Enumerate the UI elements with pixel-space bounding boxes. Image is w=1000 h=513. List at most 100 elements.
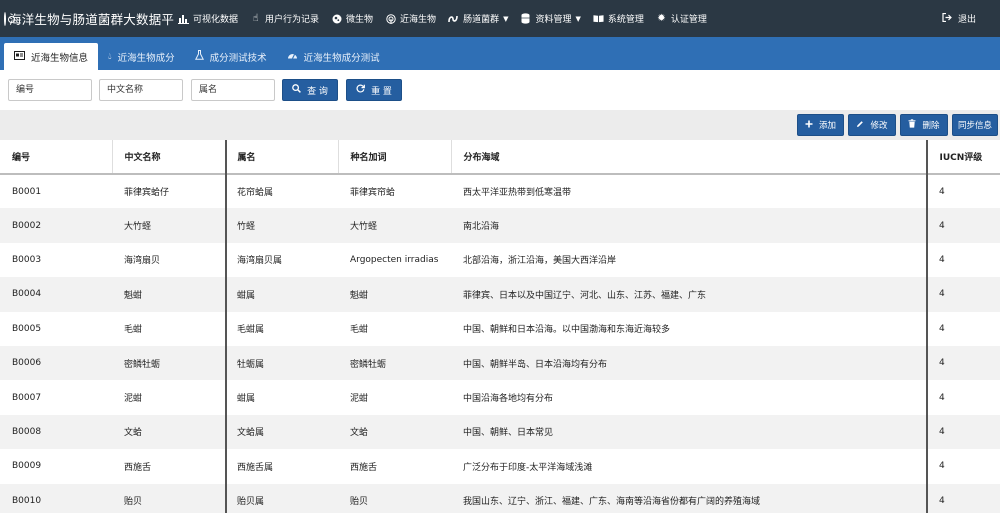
logout-label: 退出 xyxy=(957,15,976,25)
logout-button[interactable]: 退出 xyxy=(942,0,976,37)
nav-label: 认证管理 xyxy=(670,15,707,25)
table-row[interactable]: B0003 海湾扇贝 海湾扇贝属 Argopecten irradias 北部沿海，浙江… xyxy=(0,242,1000,278)
action-bar: 添加 修改 删除 同步信息 xyxy=(0,110,1000,140)
column-header-genus[interactable]: 属名 xyxy=(224,140,338,175)
data-table-container: 编号 中文名称 属名 种名加词 分布海域 IUCN评级 B0001 菲律宾蛤仔 花帘… xyxy=(0,140,1000,513)
column-header-code[interactable]: 编号 xyxy=(0,140,112,175)
table-row[interactable]: B0004 魁蚶 蚶属 魁蚶 菲律宾、日本以及中国辽宁、河北、山东、江苏、福建、广东 4 xyxy=(0,277,1000,312)
nav-item-gut-flora[interactable]: 肠道菌群 ▼ xyxy=(442,0,514,37)
add-button[interactable]: 添加 xyxy=(797,114,844,136)
cell-cn-name: 海湾扇贝 xyxy=(112,242,225,278)
tab-label: 近海生物成分 xyxy=(117,52,175,64)
nav-item-data-management[interactable]: 资料管理 ▼ xyxy=(514,0,586,37)
cell-cn-name: 密鳞牡蛎 xyxy=(112,345,225,381)
nav-item-coastal[interactable]: 近海生物 xyxy=(379,0,442,37)
tab-coastal-info[interactable]: 近海生物信息 xyxy=(4,43,99,70)
data-table: 编号 中文名称 属名 种名加词 分布海域 IUCN评级 B0001 菲律宾蛤仔 花帘… xyxy=(0,140,1000,513)
cell-species-epithet: 西施舌 xyxy=(338,449,451,484)
cell-cn-name: 菲律宾蛤仔 xyxy=(112,174,225,209)
filter-bar: 查 询 重 置 xyxy=(0,70,1000,110)
cell-distribution: 中国、朝鲜半岛、日本沿海均有分布 xyxy=(451,345,927,381)
cell-cn-name: 魁蚶 xyxy=(112,277,225,312)
column-header-iucn[interactable]: IUCN评级 xyxy=(926,140,1000,175)
app-logo-icon xyxy=(4,11,15,26)
cell-iucn: 4 xyxy=(927,311,1000,346)
cell-genus: 文蛤属 xyxy=(225,414,338,450)
delete-button-label: 删除 xyxy=(922,121,940,131)
tab-composition-test[interactable]: 近海生物成分测试 xyxy=(277,43,390,70)
cell-species-epithet: 密鳞牡蛎 xyxy=(338,345,451,381)
table-row[interactable]: B0007 泥蚶 蚶属 泥蚶 中国沿海各地均有分布 4 xyxy=(0,380,1000,415)
pointer-hand-icon: ☝ xyxy=(252,13,259,24)
cell-cn-name: 文蛤 xyxy=(112,414,225,450)
id-card-icon xyxy=(14,50,25,63)
cell-iucn: 4 xyxy=(927,449,1000,484)
genus-search-input[interactable] xyxy=(191,79,275,101)
reset-button[interactable]: 重 置 xyxy=(346,79,402,101)
book-icon xyxy=(593,13,604,24)
tab-coastal-composition[interactable]: 💧︎ 近海生物成分 xyxy=(98,43,185,70)
edit-button[interactable]: 修改 xyxy=(848,114,896,136)
query-button[interactable]: 查 询 xyxy=(282,79,338,101)
cell-distribution: 中国、朝鲜和日本沿海。以中国渤海和东海近海较多 xyxy=(451,311,927,346)
tab-label: 成分测试技术 xyxy=(209,52,267,64)
cell-genus: 蚶属 xyxy=(225,277,338,312)
nav-label: 肠道菌群 xyxy=(463,15,500,25)
table-row[interactable]: B0001 菲律宾蛤仔 花帘蛤属 菲律宾帘蛤 西太平洋亚热带到低寒温带 4 xyxy=(0,174,1000,209)
cell-genus: 牡蛎属 xyxy=(225,345,338,381)
table-row[interactable]: B0005 毛蚶 毛蚶属 毛蚶 中国、朝鲜和日本沿海。以中国渤海和东海近海较多 4 xyxy=(0,311,1000,346)
action-buttons: 添加 修改 删除 同步信息 xyxy=(797,114,998,136)
column-divider xyxy=(926,140,928,513)
cell-code: B0004 xyxy=(0,277,112,312)
table-row[interactable]: B0010 贻贝 贻贝属 贻贝 我国山东、辽宁、浙江、福建、广东、海南等沿海省份都有广阔… xyxy=(0,483,1000,513)
table-row[interactable]: B0009 西施舌 西施舌属 西施舌 广泛分布于印度-太平洋海域浅滩 4 xyxy=(0,449,1000,484)
cell-genus: 贻贝属 xyxy=(225,483,338,513)
add-button-label: 添加 xyxy=(818,121,836,131)
cell-cn-name: 泥蚶 xyxy=(112,380,225,415)
cell-cn-name: 贻贝 xyxy=(112,483,225,513)
plus-icon xyxy=(805,120,813,131)
column-header-species-epithet[interactable]: 种名加词 xyxy=(337,140,451,175)
table-row[interactable]: B0006 密鳞牡蛎 牡蛎属 密鳞牡蛎 中国、朝鲜半岛、日本沿海均有分布 4 xyxy=(0,345,1000,381)
code-search-input[interactable] xyxy=(8,79,92,101)
sync-button[interactable]: 同步信息 xyxy=(952,114,998,136)
cell-distribution: 中国沿海各地均有分布 xyxy=(451,380,927,415)
cell-genus: 毛蚶属 xyxy=(225,311,338,346)
column-header-distribution[interactable]: 分布海域 xyxy=(450,140,927,175)
cell-distribution: 广泛分布于印度-太平洋海域浅滩 xyxy=(451,449,927,484)
delete-button[interactable]: 删除 xyxy=(900,114,948,136)
tab-test-technology[interactable]: 成分测试技术 xyxy=(185,43,277,70)
cn-name-search-input[interactable] xyxy=(99,79,183,101)
nav-label: 可视化数据 xyxy=(193,15,239,25)
sync-button-label: 同步信息 xyxy=(958,121,993,131)
cell-code: B0009 xyxy=(0,449,112,484)
cell-cn-name: 西施舌 xyxy=(112,449,225,484)
nav-item-system-management[interactable]: 系统管理 xyxy=(587,0,650,37)
database-icon xyxy=(520,13,531,24)
table-row[interactable]: B0008 文蛤 文蛤属 文蛤 中国、朝鲜、日本常见 4 xyxy=(0,414,1000,450)
cell-genus: 蚶属 xyxy=(225,380,338,415)
query-button-label: 查 询 xyxy=(307,86,328,97)
cell-species-epithet: 大竹蛏 xyxy=(338,208,451,243)
table-body: B0001 菲律宾蛤仔 花帘蛤属 菲律宾帘蛤 西太平洋亚热带到低寒温带 4 B0002 大竹蛏… xyxy=(0,174,1000,513)
brand[interactable]: 海洋生物与肠道菌群大数据平 xyxy=(0,0,174,37)
cell-iucn: 4 xyxy=(927,414,1000,450)
table-row[interactable]: B0002 大竹蛏 竹蛏 大竹蛏 南北沿海 4 xyxy=(0,208,1000,243)
microbe-icon xyxy=(331,13,342,24)
gear-icon: ✹ xyxy=(657,13,666,24)
refresh-icon xyxy=(356,84,365,96)
nav-item-user-behavior[interactable]: ☝ 用户行为记录 xyxy=(244,0,325,37)
flow-icon xyxy=(448,13,459,24)
tab-label: 近海生物信息 xyxy=(31,52,89,64)
reset-button-label: 重 置 xyxy=(371,86,392,97)
column-header-cn-name[interactable]: 中文名称 xyxy=(111,140,225,175)
cell-iucn: 4 xyxy=(927,277,1000,312)
cell-iucn: 4 xyxy=(927,345,1000,381)
nav-item-visualization[interactable]: 可视化数据 xyxy=(172,0,244,37)
nav-item-auth-management[interactable]: ✹ 认证管理 xyxy=(650,0,713,37)
logout-icon xyxy=(942,12,952,25)
cell-code: B0005 xyxy=(0,311,112,346)
nav-item-microbe[interactable]: 微生物 xyxy=(325,0,379,37)
flask-icon xyxy=(194,50,204,63)
dashboard-icon xyxy=(287,51,298,62)
